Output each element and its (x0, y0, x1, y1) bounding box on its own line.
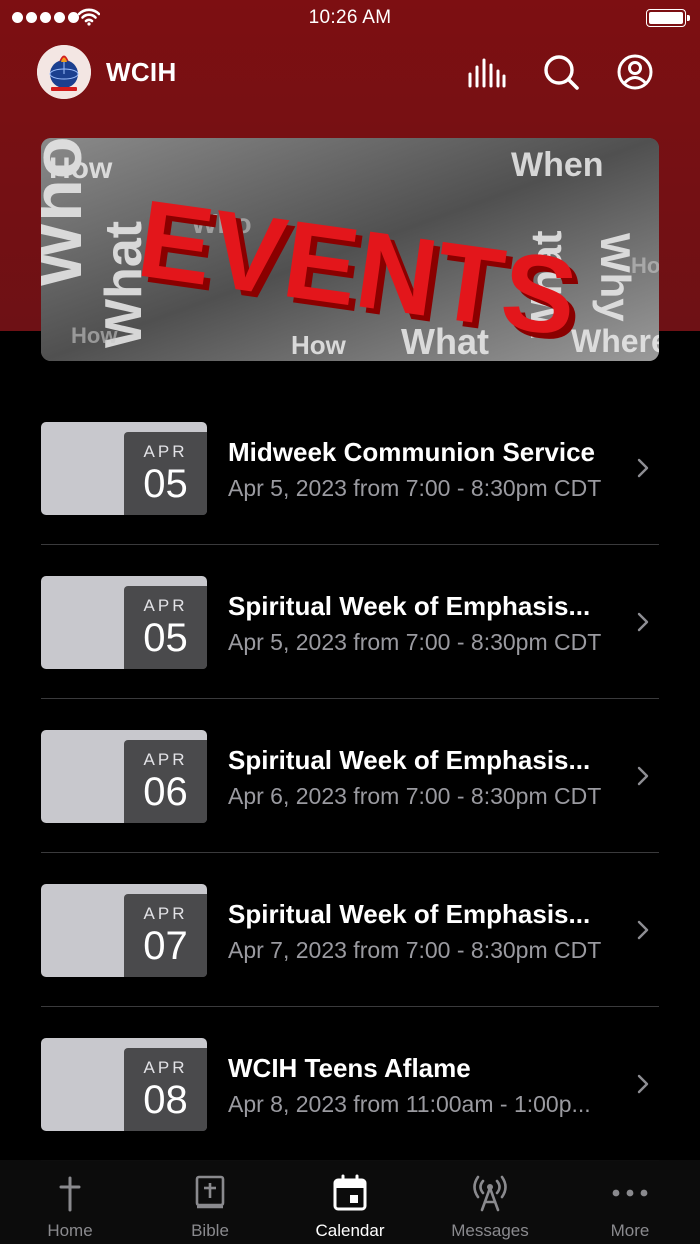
banner-word: Where (571, 323, 659, 359)
app-header: WCIH (0, 40, 700, 104)
account-icon[interactable] (615, 52, 655, 92)
battery-icon (646, 9, 690, 27)
tab-label: Messages (451, 1221, 529, 1240)
tab-bar: Home Bible Calendar Messages More (0, 1160, 700, 1244)
tab-label: More (610, 1221, 650, 1240)
event-time: Apr 5, 2023 from 7:00 - 8:30pm CDT (228, 629, 602, 655)
event-month: APR (143, 442, 188, 461)
tab-calendar[interactable]: Calendar (280, 1160, 420, 1244)
event-title: Midweek Communion Service (228, 437, 595, 467)
event-date-tile: APR 06 (41, 730, 207, 823)
tab-messages[interactable]: Messages (420, 1160, 560, 1244)
event-time: Apr 7, 2023 from 7:00 - 8:30pm CDT (228, 937, 602, 963)
event-day: 05 (143, 616, 188, 660)
event-date-tile: APR 08 (41, 1038, 207, 1131)
event-month: APR (143, 750, 188, 769)
event-day: 05 (143, 462, 188, 506)
tab-more[interactable]: More (560, 1160, 700, 1244)
search-icon[interactable] (541, 52, 581, 92)
broadcast-icon (472, 1174, 508, 1212)
chevron-right-icon (637, 920, 649, 940)
tab-home[interactable]: Home (0, 1160, 140, 1244)
chevron-right-icon (637, 766, 649, 786)
event-date-box: APR 08 (124, 1048, 207, 1131)
event-date-tile: APR 05 (41, 576, 207, 669)
banner-word: How (291, 330, 347, 360)
events-list: APR 05 Midweek Communion Service Apr 5, … (41, 391, 659, 1161)
event-title: Spiritual Week of Emphasis... (228, 899, 591, 929)
event-title: Spiritual Week of Emphasis... (228, 745, 591, 775)
event-title: WCIH Teens Aflame (228, 1053, 471, 1083)
event-row[interactable]: APR 08 WCIH Teens Aflame Apr 8, 2023 fro… (41, 1007, 659, 1161)
event-day: 07 (143, 924, 188, 968)
calendar-icon (332, 1174, 368, 1212)
event-row[interactable]: APR 06 Spiritual Week of Emphasis... Apr… (41, 699, 659, 853)
event-date-box: APR 05 (124, 586, 207, 669)
event-time: Apr 5, 2023 from 7:00 - 8:30pm CDT (228, 475, 602, 501)
chevron-right-icon (637, 458, 649, 478)
chevron-right-icon (637, 1074, 649, 1094)
banner-word: How (631, 253, 659, 278)
event-time: Apr 8, 2023 from 11:00am - 1:00p... (228, 1091, 591, 1117)
event-row[interactable]: APR 05 Spiritual Week of Emphasis... Apr… (41, 545, 659, 699)
bible-icon (192, 1174, 228, 1212)
banner-word: Who (41, 138, 96, 288)
church-logo[interactable] (37, 45, 91, 99)
events-banner: How Who What When What Where What How Wh… (41, 138, 659, 361)
more-dots-icon (612, 1174, 648, 1212)
event-month: APR (143, 1058, 188, 1077)
status-bar: 10:26 AM (0, 0, 700, 36)
event-day: 06 (143, 770, 188, 814)
tab-label: Bible (191, 1221, 229, 1240)
cross-icon (52, 1174, 88, 1212)
event-date-tile: APR 05 (41, 422, 207, 515)
audio-bars-icon[interactable] (466, 52, 506, 92)
tab-label: Home (47, 1221, 93, 1240)
status-time: 10:26 AM (308, 7, 392, 28)
event-date-box: APR 06 (124, 740, 207, 823)
event-date-box: APR 05 (124, 432, 207, 515)
app-title: WCIH (106, 57, 177, 87)
event-row[interactable]: APR 07 Spiritual Week of Emphasis... Apr… (41, 853, 659, 1007)
tab-bible[interactable]: Bible (140, 1160, 280, 1244)
event-row[interactable]: APR 05 Midweek Communion Service Apr 5, … (41, 391, 659, 545)
event-day: 08 (143, 1078, 188, 1122)
event-month: APR (143, 904, 188, 923)
event-title: Spiritual Week of Emphasis... (228, 591, 591, 621)
tab-label: Calendar (315, 1221, 385, 1240)
chevron-right-icon (637, 612, 649, 632)
event-date-tile: APR 07 (41, 884, 207, 977)
event-month: APR (143, 596, 188, 615)
banner-word: When (511, 146, 604, 184)
event-date-box: APR 07 (124, 894, 207, 977)
event-time: Apr 6, 2023 from 7:00 - 8:30pm CDT (228, 783, 602, 809)
banner-word: How (71, 323, 118, 348)
